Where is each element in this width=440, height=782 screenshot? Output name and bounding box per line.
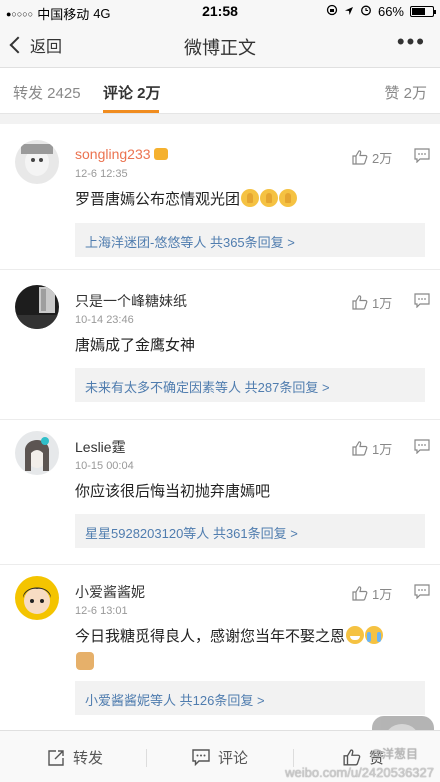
doge-emoji-icon (76, 652, 94, 670)
avatar[interactable] (15, 285, 59, 329)
rotation-lock-icon (326, 4, 338, 19)
like-button[interactable]: 2万 (352, 148, 392, 167)
more-button[interactable]: ••• (397, 31, 426, 53)
reply-summary[interactable]: 小爱酱酱妮等人 共126条回复 > (75, 681, 425, 715)
username[interactable]: songling233 (75, 146, 169, 162)
nav-bar: 返回 微博正文 ••• (0, 22, 440, 68)
pray-emoji-icon (241, 189, 260, 207)
reply-summary[interactable]: 上海洋迷团-悠悠等人 共365条回复 > (75, 223, 425, 257)
crown-badge-icon (154, 148, 169, 160)
comment-text: 你应该很后悔当初抛弃唐嫣吧 (75, 483, 271, 500)
divider (0, 269, 440, 270)
thumbs-up-icon (352, 295, 368, 310)
watermark-url: weibo.com/u/2420536327 (285, 765, 434, 780)
comment-icon (192, 749, 210, 766)
toolbar-divider (146, 749, 147, 767)
location-icon (344, 4, 354, 19)
comment-label: 评论 (218, 750, 249, 767)
status-bar: ●○○○○ 中国移动 4G 21:58 66% (0, 0, 440, 22)
reply-icon[interactable] (414, 439, 430, 454)
comment-text: 今日我糖觅得良人，感谢您当年不娶之恩 (75, 624, 422, 676)
avatar[interactable] (15, 431, 59, 475)
like-count: 1万 (372, 587, 393, 602)
comment-text: 罗晋唐嫣公布恋情观光团 (75, 187, 422, 213)
page-title: 微博正文 (184, 38, 256, 58)
like-button[interactable]: 1万 (352, 439, 392, 458)
comment-time: 12-6 12:35 (75, 168, 128, 180)
reply-icon[interactable] (414, 584, 430, 599)
avatar[interactable] (15, 576, 59, 620)
like-button[interactable]: 1万 (352, 584, 392, 603)
repost-button[interactable]: 转发 (47, 747, 103, 768)
tab-bar: 转发 2425 评论 2万 赞 2万 (0, 68, 440, 114)
reply-summary[interactable]: 星星5928203120等人 共361条回复 > (75, 514, 425, 548)
pray-emoji-icon (279, 189, 298, 207)
comment-time: 10-15 00:04 (75, 460, 134, 472)
reply-summary[interactable]: 未来有太多不确定因素等人 共287条回复 > (75, 368, 425, 402)
comment-time: 10-14 23:46 (75, 314, 134, 326)
status-right: 66% (326, 4, 436, 19)
repost-label: 转发 (73, 750, 104, 767)
cry-laugh-emoji-icon (365, 626, 384, 644)
reply-icon[interactable] (414, 148, 430, 163)
like-button[interactable]: 1万 (352, 293, 392, 312)
comment-text: 唐嫣成了金鹰女神 (75, 337, 196, 354)
username[interactable]: 小爱酱酱妮 (75, 582, 145, 602)
like-count: 2万 (372, 151, 393, 166)
divider (0, 564, 440, 565)
thumbs-up-icon (352, 441, 368, 456)
thumbs-up-icon (352, 150, 368, 165)
pray-emoji-icon (260, 189, 279, 207)
watermark-handle: @洋葱目 (369, 747, 418, 761)
reply-icon[interactable] (414, 293, 430, 308)
battery-icon (410, 6, 436, 17)
battery-percent: 66% (377, 4, 404, 19)
bottom-toolbar: 转发 评论 赞 @洋葱目 weibo.com/u/2420536327 (0, 730, 440, 782)
like-count: 1万 (372, 442, 393, 457)
active-tab-indicator (103, 110, 159, 113)
thumbs-up-icon (343, 749, 361, 766)
thumbs-up-icon (352, 586, 368, 601)
share-icon (48, 749, 64, 766)
avatar[interactable] (15, 140, 59, 184)
tab-reposts[interactable]: 转发 2425 (13, 82, 81, 103)
divider (0, 419, 440, 420)
like-count: 1万 (372, 296, 393, 311)
comment-time: 12-6 13:01 (75, 605, 128, 617)
section-gap (0, 114, 440, 124)
username[interactable]: Leslie霆 (75, 437, 126, 457)
alarm-icon (360, 4, 372, 19)
tab-likes[interactable]: 赞 2万 (384, 82, 427, 103)
grin-emoji-icon (346, 626, 365, 644)
username[interactable]: 只是一个峰糖妹纸 (75, 291, 187, 311)
